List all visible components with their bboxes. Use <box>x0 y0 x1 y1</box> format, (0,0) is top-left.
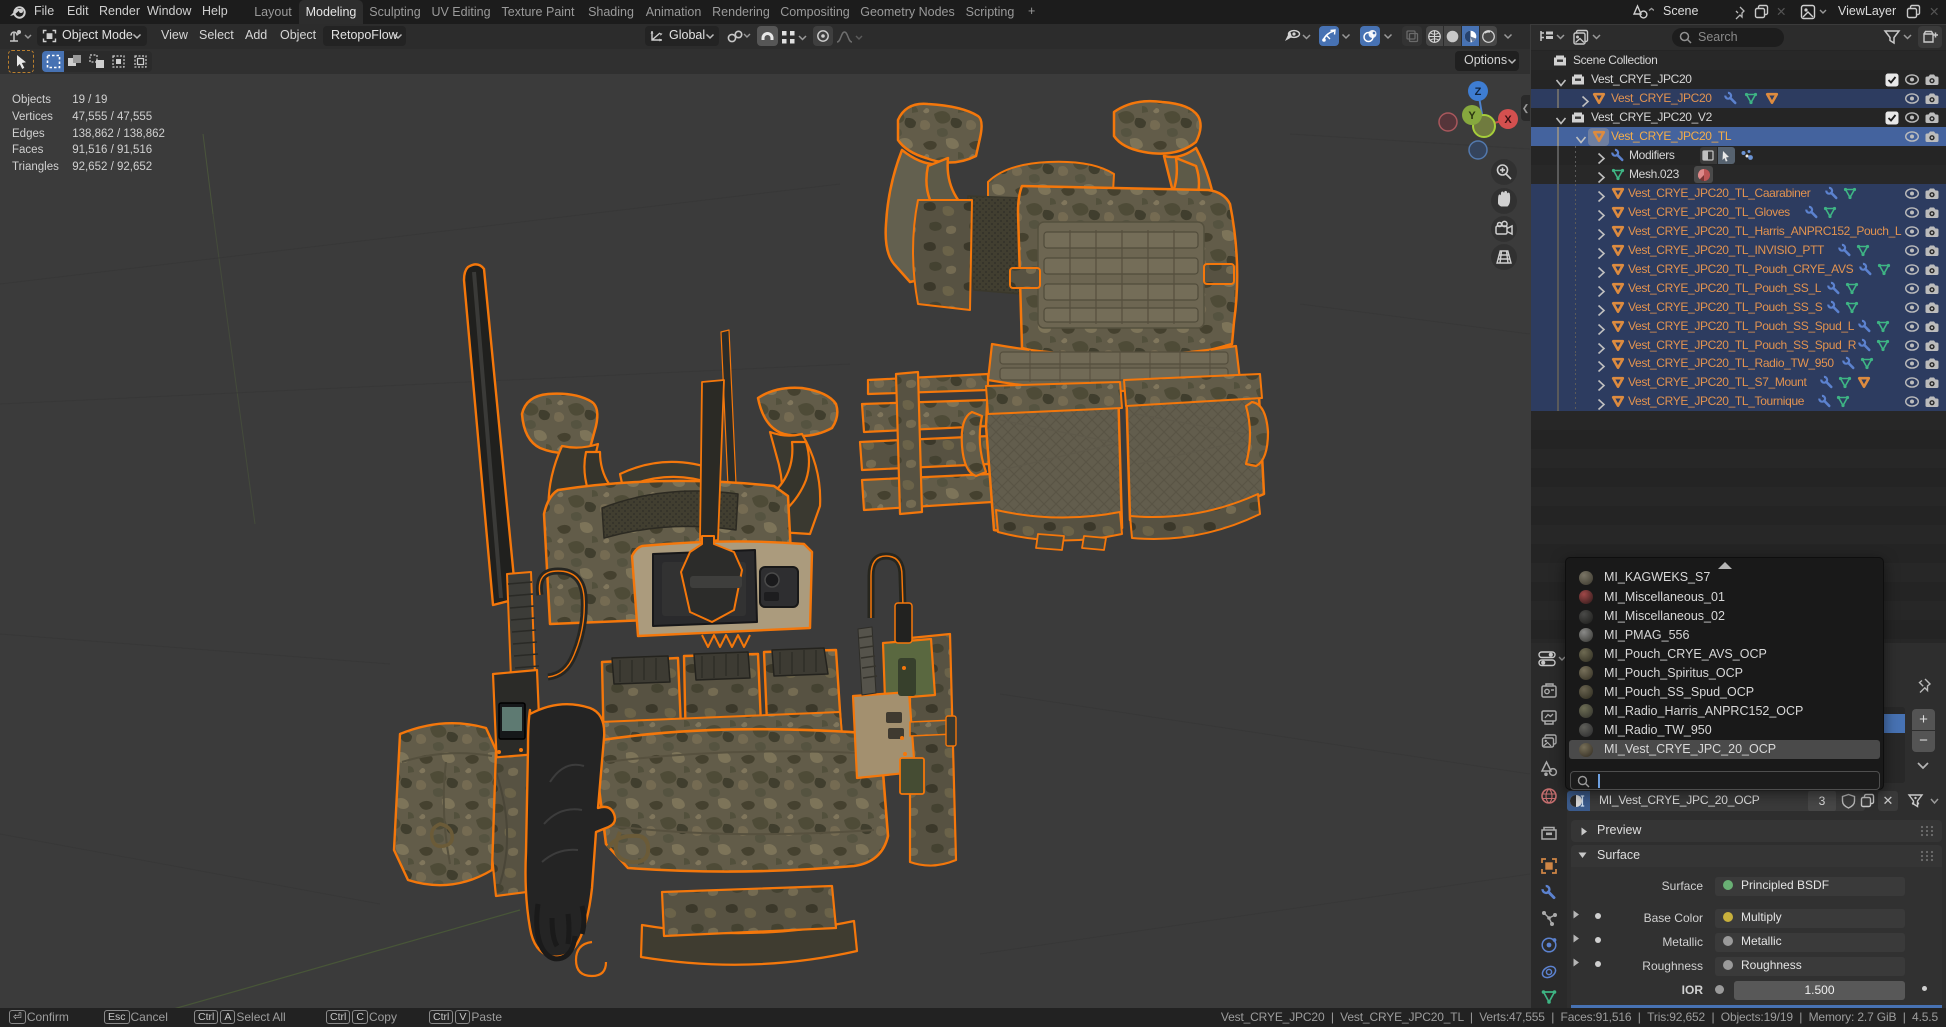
svg-text:Z: Z <box>1475 86 1482 98</box>
svg-text:X: X <box>1504 114 1512 126</box>
svg-text:Y: Y <box>1468 110 1476 122</box>
